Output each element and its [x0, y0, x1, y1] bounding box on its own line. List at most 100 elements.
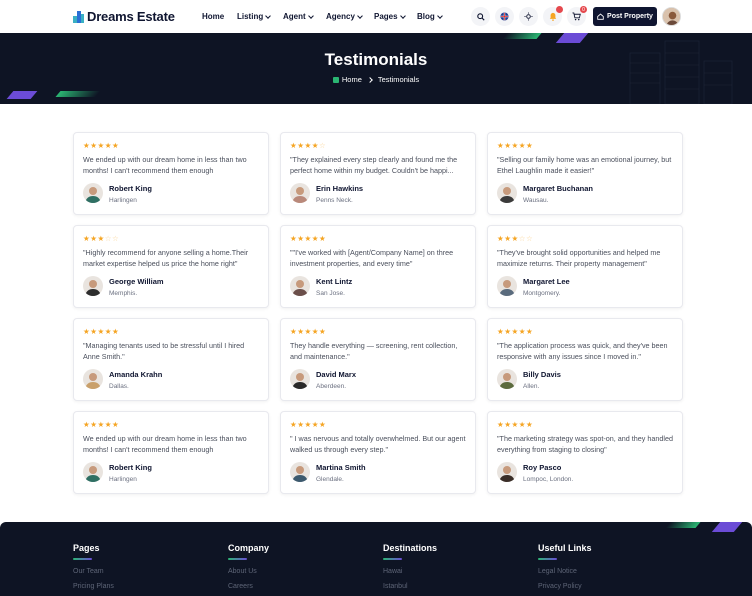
footer-link[interactable]: Our Team: [73, 568, 114, 575]
nav-item-agency[interactable]: Agency: [326, 12, 363, 21]
star-filled-icon: ★: [304, 327, 312, 336]
header-icons: 0: [471, 6, 587, 26]
reviewer-location: Penns Neck.: [316, 197, 353, 204]
star-rating: ★★★★★: [290, 234, 326, 243]
banner-decor-purple-right: [555, 33, 589, 43]
testimonial-card: ★★★★★ They handle everything — screening,…: [280, 318, 476, 401]
notification-dot: [556, 6, 563, 13]
nav-label: Agent: [283, 12, 306, 21]
testimonial-card: ★★★☆☆ "Highly recommend for anyone sellin…: [73, 225, 269, 308]
footer-column-destinations: Destinations Hawai Istanbul: [383, 543, 437, 590]
star-rating: ★★★★☆: [290, 141, 326, 150]
testimonial-quote: "They've brought solid opportunities and…: [497, 248, 661, 268]
reviewer-location: Dallas.: [109, 383, 129, 390]
reviewer-name: Robert King: [109, 184, 152, 193]
testimonial-card: ★★★★★ We ended up with our dream home in …: [73, 411, 269, 494]
star-filled-icon: ★: [304, 420, 312, 429]
star-filled-icon: ★: [518, 141, 526, 150]
testimonial-quote: ""I've worked with [Agent/Company Name] …: [290, 248, 454, 268]
star-empty-icon: ☆: [518, 234, 526, 243]
avatar: [83, 183, 103, 203]
cart-icon[interactable]: 0: [567, 6, 587, 26]
testimonial-card: ★★★★★ We ended up with our dream home in …: [73, 132, 269, 215]
star-filled-icon: ★: [318, 327, 327, 336]
star-filled-icon: ★: [318, 234, 327, 243]
reviewer-name: Kent Lintz: [316, 277, 353, 286]
footer-link[interactable]: Careers: [228, 583, 269, 590]
breadcrumb: Home Testimonials: [0, 75, 752, 84]
language-flag-icon[interactable]: [495, 7, 514, 26]
reviewer-name: Margaret Lee: [523, 277, 570, 286]
star-filled-icon: ★: [97, 420, 105, 429]
nav-item-agent[interactable]: Agent: [283, 12, 314, 21]
star-filled-icon: ★: [511, 420, 519, 429]
nav-item-blog[interactable]: Blog: [417, 12, 443, 21]
footer-column-title: Destinations: [383, 543, 438, 553]
chevron-down-icon: [357, 12, 363, 19]
theme-toggle-icon[interactable]: [519, 7, 538, 26]
avatar: [497, 462, 517, 482]
footer-link[interactable]: Hawai: [383, 568, 437, 575]
reviewer-location: Wausau.: [523, 197, 549, 204]
footer-column-title: Company: [228, 543, 270, 553]
star-rating: ★★★★★: [290, 420, 326, 429]
star-filled-icon: ★: [111, 420, 120, 429]
footer-link[interactable]: Legal Notice: [538, 568, 592, 575]
footer-link[interactable]: Istanbul: [383, 583, 437, 590]
breadcrumb-home-label: Home: [341, 75, 362, 84]
chevron-down-icon: [399, 12, 406, 19]
star-filled-icon: ★: [518, 327, 526, 336]
avatar: [290, 462, 310, 482]
star-filled-icon: ★: [97, 327, 105, 336]
cart-count-badge: 0: [580, 6, 587, 13]
reviewer-location: Lompoc, London.: [523, 476, 574, 483]
footer-link[interactable]: Privacy Policy: [538, 583, 592, 590]
page-banner: Testimonials Home Testimonials: [0, 33, 752, 104]
testimonial-card: ★★★★★ "Selling our family home was an emo…: [487, 132, 683, 215]
footer-decor-green: [665, 522, 701, 528]
reviewer-name: Roy Pasco: [523, 463, 562, 472]
testimonial-card: ★★★★★ ""I've worked with [Agent/Company N…: [280, 225, 476, 308]
footer-title-underline: [538, 558, 557, 560]
site-logo[interactable]: Dreams Estate: [73, 9, 175, 24]
star-rating: ★★★★★: [290, 327, 326, 336]
nav-item-home[interactable]: Home: [202, 12, 224, 21]
star-filled-icon: ★: [111, 141, 120, 150]
site-header: Dreams Estate Home Listing Agent Agency Page…: [0, 0, 752, 33]
star-empty-icon: ☆: [111, 234, 120, 243]
reviewer-name: Martina Smith: [316, 463, 366, 472]
home-icon: [332, 77, 339, 84]
star-filled-icon: ★: [311, 420, 319, 429]
footer-link[interactable]: About Us: [228, 568, 269, 575]
avatar: [290, 276, 310, 296]
star-rating: ★★★★★: [83, 141, 119, 150]
search-icon[interactable]: [471, 7, 490, 26]
nav-item-listing[interactable]: Listing: [237, 12, 272, 21]
nav-item-pages[interactable]: Pages: [374, 12, 406, 21]
star-empty-icon: ☆: [318, 141, 327, 150]
testimonial-quote: "They explained every step clearly and f…: [290, 155, 458, 175]
star-rating: ★★★★★: [83, 420, 119, 429]
chevron-down-icon: [436, 12, 443, 19]
testimonial-quote: "The application process was quick, and …: [497, 341, 668, 361]
post-property-button[interactable]: Post Property: [593, 7, 657, 26]
notification-bell-icon[interactable]: [543, 6, 563, 26]
nav-label: Agency: [326, 12, 355, 21]
star-filled-icon: ★: [311, 327, 319, 336]
testimonial-quote: "Selling our family home was an emotiona…: [497, 155, 672, 175]
testimonial-quote: "Highly recommend for anyone selling a h…: [83, 248, 249, 268]
star-filled-icon: ★: [311, 141, 319, 150]
avatar: [290, 183, 310, 203]
star-filled-icon: ★: [304, 141, 312, 150]
star-filled-icon: ★: [104, 141, 112, 150]
star-filled-icon: ★: [104, 327, 112, 336]
footer-link[interactable]: Pricing Plans: [73, 583, 114, 590]
star-filled-icon: ★: [304, 234, 312, 243]
star-empty-icon: ☆: [104, 234, 112, 243]
testimonial-quote: " I was nervous and totally overwhelmed.…: [290, 434, 466, 454]
star-filled-icon: ★: [97, 141, 105, 150]
chevron-down-icon: [265, 12, 272, 19]
breadcrumb-home[interactable]: Home: [332, 75, 362, 84]
user-avatar[interactable]: [662, 7, 681, 26]
site-footer: Pages Our Team Pricing Plans Company About U…: [0, 522, 752, 596]
